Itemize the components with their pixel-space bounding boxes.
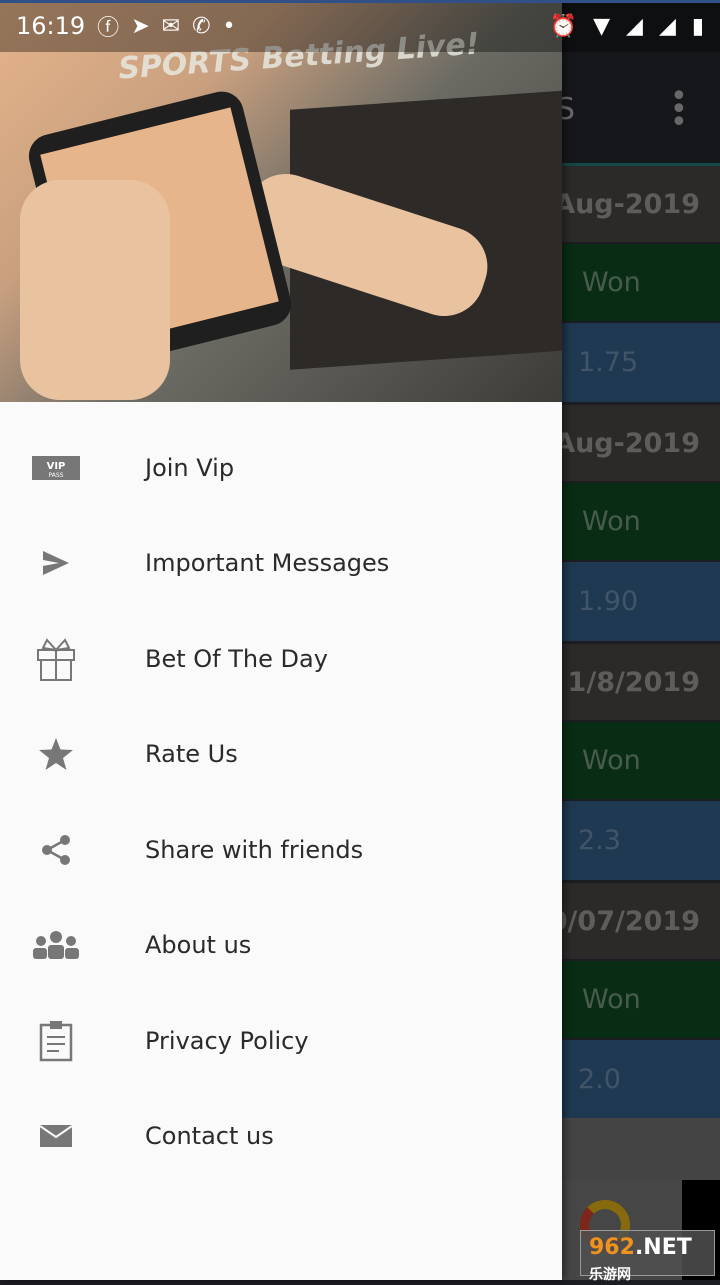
alarm-icon: ⏰ xyxy=(549,13,578,39)
menu-item-contact-us[interactable]: Contact us xyxy=(0,1089,562,1184)
menu-item-rate-us[interactable]: Rate Us xyxy=(0,707,562,802)
menu-item-important-messages[interactable]: Important Messages xyxy=(0,516,562,611)
menu-item-label: Contact us xyxy=(145,1122,274,1150)
telegram-icon: ➤ xyxy=(131,13,150,39)
signal-icon: ◢ xyxy=(626,13,643,39)
menu-item-about-us[interactable]: About us xyxy=(0,898,562,993)
facebook-icon: ⓕ xyxy=(97,16,120,41)
svg-text:VIP: VIP xyxy=(47,461,66,472)
menu-item-privacy-policy[interactable]: Privacy Policy xyxy=(0,993,562,1088)
whatsapp-icon: ✆ xyxy=(192,13,211,39)
drawer-header-image: SPORTS Betting Live! xyxy=(0,0,562,402)
mail-icon xyxy=(30,1116,82,1156)
wifi-icon: ▼ xyxy=(593,13,611,39)
send-icon xyxy=(30,543,82,583)
svg-text:PASS: PASS xyxy=(49,472,64,479)
star-icon xyxy=(30,734,82,774)
clipboard-icon xyxy=(30,1020,82,1061)
status-bar: 16:19 ⓕ ➤ ✉ ✆ • ⏰ ▼ ◢ ◢ ▮ xyxy=(0,0,720,52)
menu-item-label: Important Messages xyxy=(145,549,390,577)
menu-item-label: Share with friends xyxy=(145,835,364,864)
menu-item-label: Join Vip xyxy=(145,453,235,482)
navigation-drawer: SPORTS Betting Live! VIP PASS Join Vip Impo… xyxy=(0,0,562,1280)
menu-item-label: Privacy Policy xyxy=(145,1026,309,1055)
vip-pass-icon: VIP PASS xyxy=(30,448,82,488)
gift-icon xyxy=(30,637,82,681)
watermark-logo: 962.NET 乐游网 xyxy=(580,1230,715,1283)
menu-item-label: About us xyxy=(145,931,252,959)
menu-item-label: Rate Us xyxy=(145,740,238,768)
menu-item-join-vip[interactable]: VIP PASS Join Vip xyxy=(0,420,562,515)
battery-charging-icon: ▮ xyxy=(691,13,704,39)
signal-x-icon: ◢ xyxy=(658,13,676,39)
menu-item-label: Bet Of The Day xyxy=(145,644,328,673)
dot-icon: • xyxy=(222,13,236,39)
hand xyxy=(20,180,170,400)
gmail-icon: ✉ xyxy=(161,13,181,39)
status-time: 16:19 xyxy=(16,12,86,40)
group-icon xyxy=(30,925,82,965)
menu-item-bet-of-the-day[interactable]: Bet Of The Day xyxy=(0,611,562,706)
share-icon xyxy=(30,830,82,870)
more-options-icon[interactable]: • • • xyxy=(670,82,688,138)
menu-item-share-with-friends[interactable]: Share with friends xyxy=(0,802,562,897)
